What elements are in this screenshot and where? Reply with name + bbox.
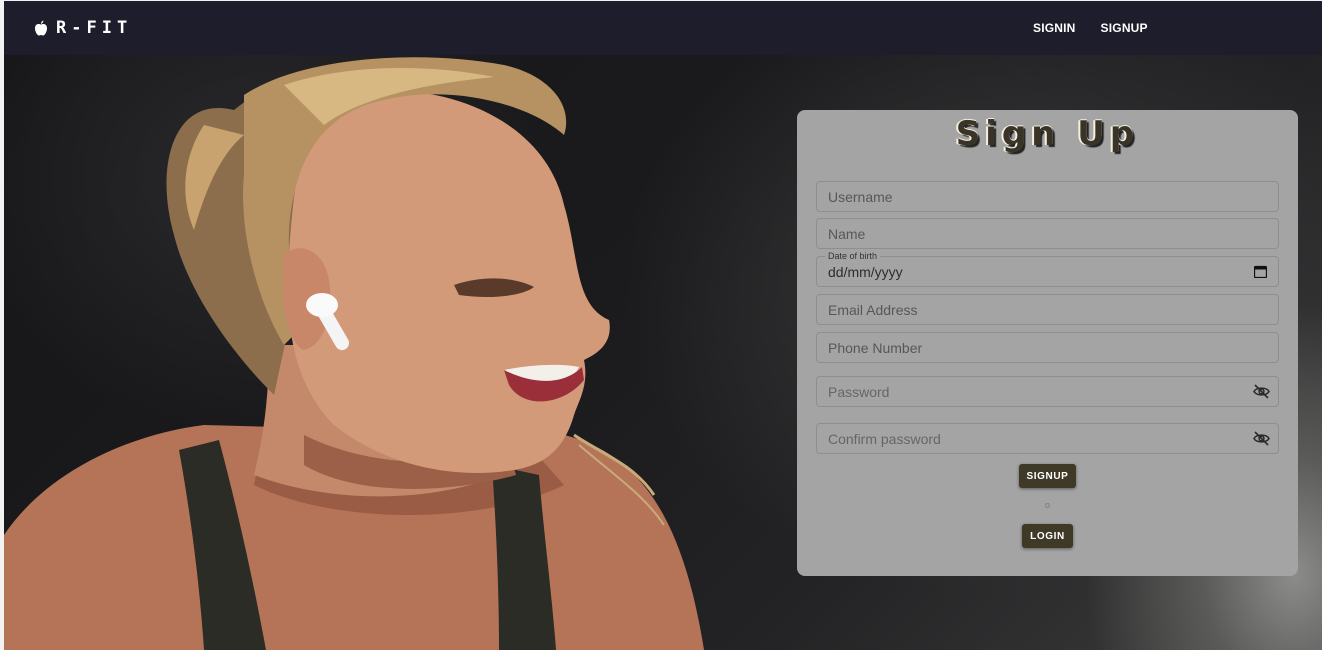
signup-button[interactable]: SIGNUP [1019, 464, 1076, 488]
date-of-birth-label: Date of birth [825, 250, 881, 262]
email-input[interactable]: Email Address [816, 294, 1279, 325]
username-input[interactable]: Username [816, 181, 1279, 212]
nav-signup-link[interactable]: SIGNUP [1101, 21, 1148, 35]
date-of-birth-value: dd/mm/yyyy [828, 263, 903, 280]
eye-off-icon[interactable] [1253, 384, 1270, 399]
brand[interactable]: R-FIT [34, 18, 132, 38]
name-input[interactable]: Name [816, 218, 1279, 249]
nav-links: SIGNIN SIGNUP [1033, 1, 1173, 55]
phone-input[interactable]: Phone Number [816, 332, 1279, 363]
signup-card: Sign Up Username Name Date of birth dd/m… [797, 110, 1298, 576]
brand-name: R-FIT [56, 18, 133, 38]
or-divider-text: o [1044, 500, 1050, 510]
date-of-birth-input[interactable]: Date of birth dd/mm/yyyy [816, 250, 1279, 287]
eye-off-icon[interactable] [1253, 431, 1270, 446]
calendar-icon[interactable] [1254, 265, 1267, 278]
confirm-password-placeholder: Confirm password [828, 430, 941, 447]
password-input[interactable]: Password [816, 376, 1279, 407]
apple-icon [35, 20, 47, 36]
password-placeholder: Password [828, 383, 890, 400]
confirm-password-input[interactable]: Confirm password [816, 423, 1279, 454]
top-navbar: R-FIT SIGNIN SIGNUP [4, 1, 1322, 55]
signup-title: Sign Up [955, 114, 1140, 154]
login-button[interactable]: LOGIN [1022, 524, 1073, 548]
nav-signin-link[interactable]: SIGNIN [1033, 21, 1076, 35]
